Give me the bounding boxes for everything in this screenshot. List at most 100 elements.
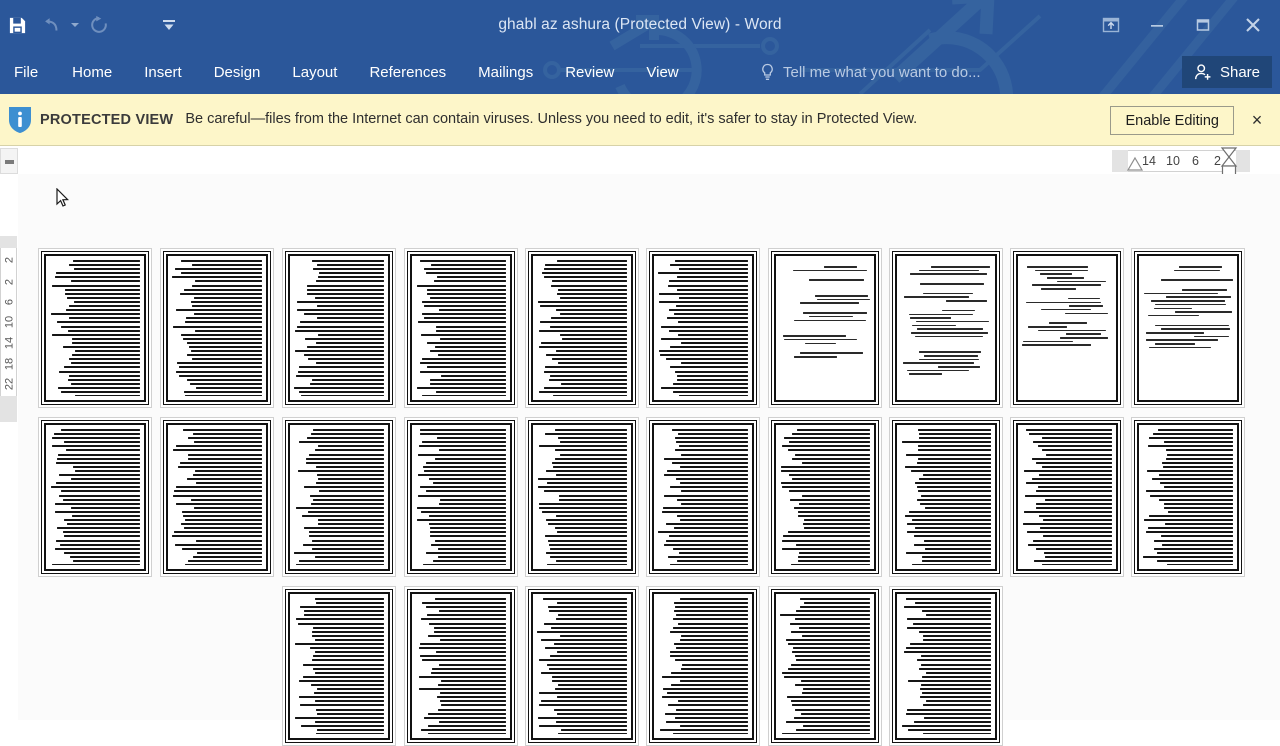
tell-me-search[interactable]: Tell me what you want to do... <box>760 50 981 94</box>
share-label: Share <box>1219 63 1260 81</box>
window-controls <box>1088 0 1280 50</box>
tab-design[interactable]: Design <box>198 50 277 94</box>
document-page[interactable] <box>404 248 518 408</box>
page-text-block <box>416 598 506 734</box>
page-text-block <box>780 260 870 396</box>
page-text-block <box>901 260 991 396</box>
save-icon[interactable] <box>0 8 34 42</box>
document-page[interactable] <box>1010 417 1124 577</box>
document-page[interactable] <box>1131 417 1245 577</box>
page-border <box>771 420 879 574</box>
page-border <box>41 420 149 574</box>
document-page[interactable] <box>768 586 882 746</box>
document-page[interactable] <box>525 586 639 746</box>
mouse-cursor <box>56 188 69 207</box>
tab-references[interactable]: References <box>353 50 462 94</box>
ribbon-tabs: File Home Insert Design Layout Reference… <box>0 50 695 94</box>
tab-view[interactable]: View <box>630 50 694 94</box>
tab-selector[interactable] <box>0 148 18 174</box>
share-button[interactable]: Share <box>1181 56 1272 88</box>
close-icon[interactable] <box>1226 8 1280 42</box>
page-border <box>892 420 1000 574</box>
page-text-block <box>172 429 262 565</box>
page-border <box>1013 251 1121 405</box>
lightbulb-icon <box>762 63 773 80</box>
document-page[interactable] <box>525 417 639 577</box>
page-text-block <box>50 429 140 565</box>
page-text-block <box>1143 429 1233 565</box>
maximize-icon[interactable] <box>1180 8 1226 42</box>
page-text-block <box>658 598 748 734</box>
page-border <box>649 420 757 574</box>
page-border <box>285 589 393 743</box>
document-page[interactable] <box>404 586 518 746</box>
page-border <box>41 251 149 405</box>
page-border <box>1134 251 1242 405</box>
document-page[interactable] <box>1010 248 1124 408</box>
document-page[interactable] <box>282 417 396 577</box>
document-page[interactable] <box>160 417 274 577</box>
first-line-indent-marker[interactable] <box>1126 148 1144 174</box>
page-border <box>285 420 393 574</box>
document-page[interactable] <box>768 248 882 408</box>
page-text-block <box>294 260 384 396</box>
vruler-tick-0: 2 <box>3 256 16 264</box>
page-border <box>1134 420 1242 574</box>
document-page[interactable] <box>889 417 1003 577</box>
tab-layout[interactable]: Layout <box>276 50 353 94</box>
page-text-block <box>50 260 140 396</box>
document-page[interactable] <box>38 248 152 408</box>
document-page[interactable] <box>646 417 760 577</box>
vertical-ruler[interactable]: 2 2 6 10 14 18 22 <box>0 248 17 396</box>
minimize-icon[interactable] <box>1134 8 1180 42</box>
page-text-block <box>294 598 384 734</box>
document-page[interactable] <box>646 586 760 746</box>
vertical-ruler-margin-top <box>0 236 17 248</box>
protected-view-bar: PROTECTED VIEW Be careful—files from the… <box>0 94 1280 146</box>
document-page[interactable] <box>525 248 639 408</box>
page-border <box>407 589 515 743</box>
redo-icon[interactable] <box>82 8 116 42</box>
document-page[interactable] <box>160 248 274 408</box>
page-text-block <box>1022 260 1112 396</box>
page-text-block <box>172 260 262 396</box>
document-page[interactable] <box>282 248 396 408</box>
document-page[interactable] <box>1131 248 1245 408</box>
document-canvas[interactable] <box>18 174 1280 746</box>
tab-insert[interactable]: Insert <box>128 50 198 94</box>
protected-view-message: Be careful—files from the Internet can c… <box>185 110 918 127</box>
ribbon-tab-bar: File Home Insert Design Layout Reference… <box>0 50 1280 94</box>
page-border <box>649 251 757 405</box>
document-page[interactable] <box>282 586 396 746</box>
page-text-block <box>537 429 627 565</box>
vruler-tick-1: 2 <box>3 278 16 286</box>
customize-qat-icon[interactable] <box>152 8 186 42</box>
ribbon-display-options-icon[interactable] <box>1088 8 1134 42</box>
tab-review[interactable]: Review <box>549 50 630 94</box>
document-page[interactable] <box>38 417 152 577</box>
hruler-tick-14: 14 <box>1142 154 1156 168</box>
document-page[interactable] <box>768 417 882 577</box>
undo-icon[interactable] <box>34 8 68 42</box>
page-text-block <box>537 260 627 396</box>
enable-editing-button[interactable]: Enable Editing <box>1110 106 1234 135</box>
tab-home[interactable]: Home <box>56 50 128 94</box>
tab-file[interactable]: File <box>0 50 56 94</box>
vruler-tick-2: 6 <box>3 298 16 306</box>
page-border <box>163 251 271 405</box>
document-page[interactable] <box>889 248 1003 408</box>
close-protected-view-icon[interactable]: × <box>1244 106 1270 134</box>
document-page[interactable] <box>646 248 760 408</box>
undo-dropdown-icon[interactable] <box>68 8 82 42</box>
page-text-block <box>658 260 748 396</box>
page-border <box>892 251 1000 405</box>
page-border <box>771 251 879 405</box>
page-text-block <box>901 429 991 565</box>
document-page[interactable] <box>889 586 1003 746</box>
document-page[interactable] <box>404 417 518 577</box>
tab-mailings[interactable]: Mailings <box>462 50 549 94</box>
vruler-tick-6: 22 <box>3 377 16 391</box>
page-border <box>285 251 393 405</box>
page-text-block <box>294 429 384 565</box>
quick-access-toolbar <box>0 0 186 50</box>
